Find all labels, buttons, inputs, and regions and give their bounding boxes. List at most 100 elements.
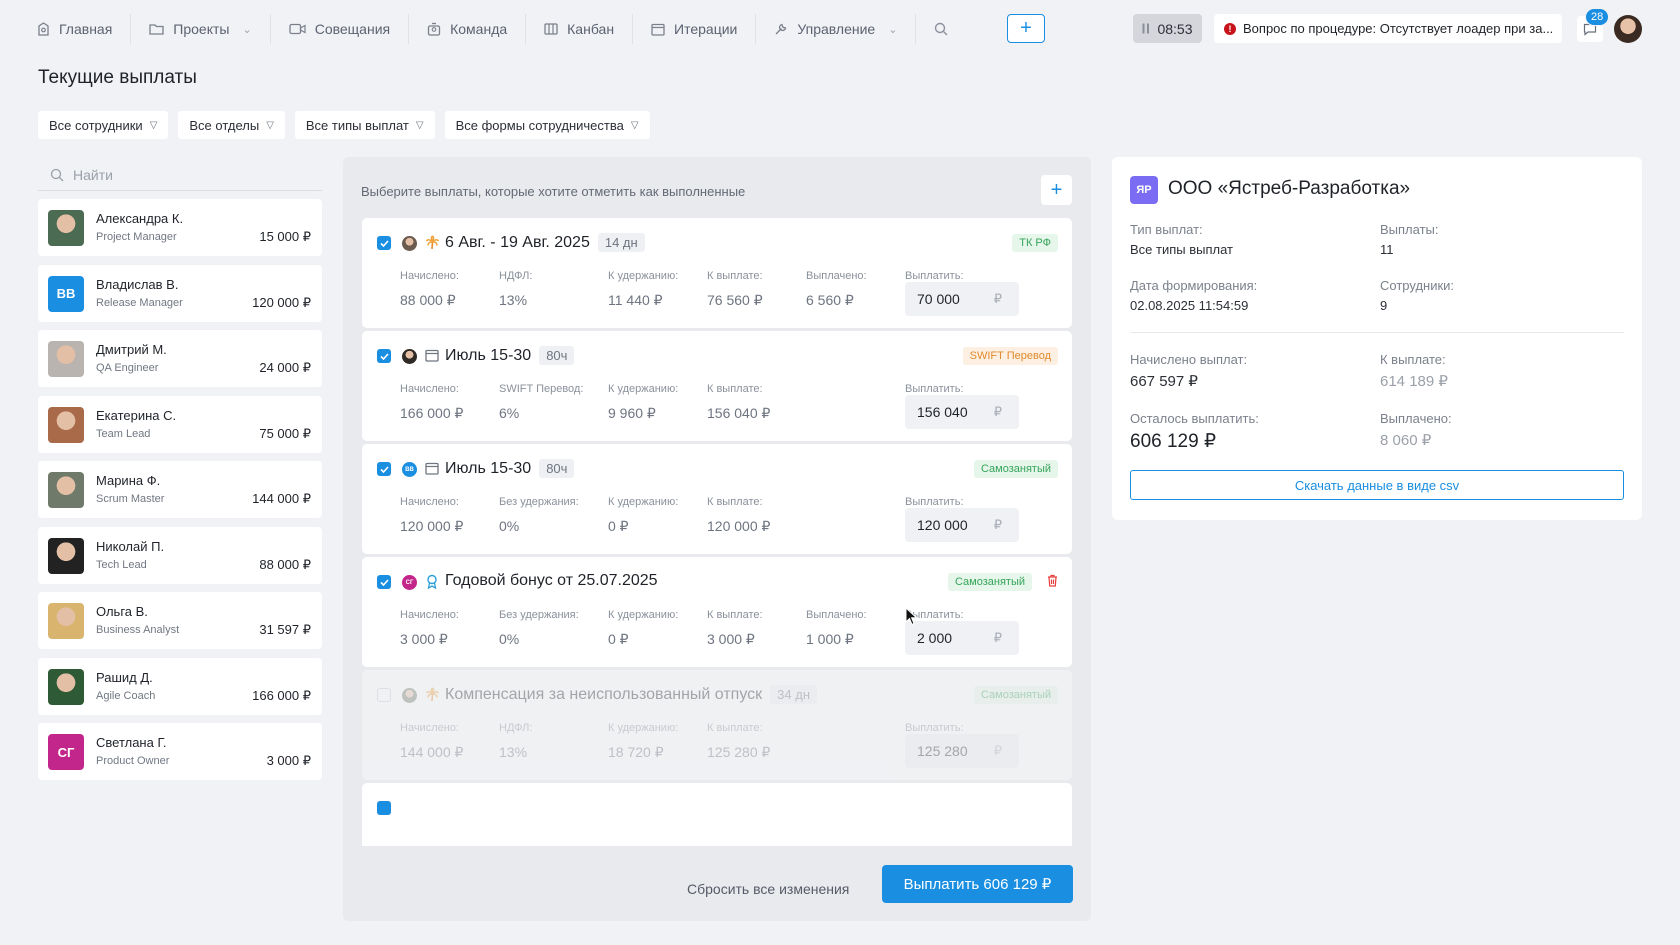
field-label: К удержанию: xyxy=(608,383,679,395)
employee-row[interactable]: ВВ Владислав В. Release Manager 120 000 ₽ xyxy=(38,264,322,322)
payout-card[interactable]: Июль 15-30 80ч SWIFT Перевод Начислено: 166 … xyxy=(362,331,1072,441)
ruble-icon: ₽ xyxy=(993,743,1002,758)
payout-card[interactable]: Компенсация за неиспользованный отпуск 34… xyxy=(362,670,1072,780)
avatar xyxy=(402,688,417,703)
employee-name: Светлана Г. xyxy=(96,735,167,750)
payout-duration: 80ч xyxy=(539,459,575,478)
employee-row[interactable]: Рашид Д. Agile Coach 166 000 ₽ xyxy=(38,657,322,715)
payout-count-label: Выплаты: xyxy=(1380,222,1439,237)
nav-management[interactable]: Управление ⌄ xyxy=(756,14,917,44)
nav-home-label: Главная xyxy=(59,21,113,37)
payout-card[interactable]: СГ Годовой бонус от 25.07.2025 Самозанятый… xyxy=(362,557,1072,667)
payout-checkbox[interactable] xyxy=(377,801,391,815)
avatar: СГ xyxy=(48,734,84,770)
payout-card[interactable] xyxy=(362,783,1072,846)
avatar xyxy=(48,472,84,508)
field-value: 9 960 ₽ xyxy=(608,405,656,421)
nav-iterations-label: Итерации xyxy=(674,21,738,37)
pay-amount-input[interactable]: 156 040 ₽ xyxy=(905,395,1019,429)
pay-amount-input[interactable]: 120 000 ₽ xyxy=(905,508,1019,542)
search-button[interactable] xyxy=(916,22,966,36)
employee-role: Business Analyst xyxy=(96,624,180,636)
field-label: Начислено: xyxy=(400,383,459,395)
employee-amount: 88 000 ₽ xyxy=(259,556,311,572)
field-label: Начислено: xyxy=(400,270,459,282)
payout-checkbox[interactable] xyxy=(377,462,391,476)
user-avatar[interactable] xyxy=(1614,15,1642,43)
filter-cooperation-forms[interactable]: Все формы сотрудничества ▽ xyxy=(444,111,650,139)
add-payout-button[interactable]: + xyxy=(1041,175,1072,205)
team-icon xyxy=(427,22,441,36)
timer-widget[interactable]: 08:53 xyxy=(1133,14,1202,43)
employee-row[interactable]: Екатерина С. Team Lead 75 000 ₽ xyxy=(38,395,322,453)
payout-checkbox[interactable] xyxy=(377,688,391,702)
payout-title-text: 6 Авг. - 19 Авг. 2025 xyxy=(445,233,590,251)
nav-home[interactable]: Главная xyxy=(19,14,132,44)
employee-amount: 15 000 ₽ xyxy=(259,229,311,244)
employee-row[interactable]: Александра К. Project Manager 15 000 ₽ xyxy=(38,199,322,256)
palm-icon xyxy=(424,234,440,250)
nav-kanban-label: Канбан xyxy=(567,21,615,37)
employee-row[interactable]: Марина Ф. Scrum Master 144 000 ₽ xyxy=(38,461,322,518)
search-input[interactable]: Найти xyxy=(38,160,322,191)
field-value: 3 000 ₽ xyxy=(707,631,755,647)
notification-banner[interactable]: ! Вопрос по процедуре: Отсутствует лоаде… xyxy=(1214,14,1562,43)
payout-card[interactable]: ВВ Июль 15-30 80ч Самозанятый Начислено: 120 … xyxy=(362,444,1072,554)
trash-icon[interactable] xyxy=(1047,574,1058,592)
alert-icon: ! xyxy=(1224,22,1236,35)
avatar xyxy=(402,349,417,364)
avatar: ВВ xyxy=(48,275,84,312)
field-label: Начислено: xyxy=(400,722,459,734)
payout-checkbox[interactable] xyxy=(377,349,391,363)
pay-amount-input[interactable]: 2 000 ₽ xyxy=(905,621,1019,655)
staff-count-label: Сотрудники: xyxy=(1380,278,1455,293)
company-summary: ЯР ООО «Ястреб-Разработка» Тип выплат: В… xyxy=(1112,157,1642,520)
accrued-label: Начислено выплат: xyxy=(1130,352,1248,367)
payout-checkbox[interactable] xyxy=(377,236,391,250)
pay-amount-input[interactable]: 125 280 ₽ xyxy=(905,734,1019,768)
nav-meetings[interactable]: Совещания xyxy=(271,14,410,44)
download-csv-button[interactable]: Скачать данные в виде csv xyxy=(1130,470,1624,500)
payout-checkbox[interactable] xyxy=(377,575,391,589)
field-value: 0% xyxy=(499,518,520,534)
pay-amount-value: 125 280 xyxy=(917,743,968,759)
kanban-icon xyxy=(544,23,558,35)
payout-card[interactable]: 6 Авг. - 19 Авг. 2025 14 дн ТК РФ Начислено… xyxy=(362,218,1072,328)
field-label: К выплате: xyxy=(707,270,763,282)
employee-row[interactable]: Дмитрий М. QA Engineer 24 000 ₽ xyxy=(38,330,322,387)
field-value: 3 000 ₽ xyxy=(400,631,448,647)
remaining-label: Осталось выплатить: xyxy=(1130,411,1259,426)
chevron-down-icon: ▽ xyxy=(415,119,424,131)
remaining-value: 606 129 ₽ xyxy=(1130,431,1217,452)
created-date-value: 02.08.2025 11:54:59 xyxy=(1130,298,1249,313)
nav-team[interactable]: Команда xyxy=(409,14,527,44)
employee-role: QA Engineer xyxy=(96,362,159,374)
field-value: 0 ₽ xyxy=(608,518,629,534)
payout-title-text: Июль 15-30 xyxy=(445,459,532,477)
employee-row[interactable]: СГ Светлана Г. Product Owner 3 000 ₽ xyxy=(38,723,322,780)
payment-method-badge: SWIFT Перевод xyxy=(962,347,1058,365)
filter-payout-types[interactable]: Все типы выплат ▽ xyxy=(294,111,435,139)
nav-projects[interactable]: Проекты ⌄ xyxy=(131,14,271,44)
reset-changes-button[interactable]: Сбросить все изменения xyxy=(687,881,849,897)
pay-button[interactable]: Выплатить 606 129 ₽ xyxy=(882,865,1073,903)
filter-departments[interactable]: Все отделы ▽ xyxy=(178,111,285,139)
nav-iterations[interactable]: Итерации xyxy=(633,14,757,44)
pay-amount-input[interactable]: 70 000 ₽ xyxy=(905,282,1019,316)
filter-employees[interactable]: Все сотрудники ▽ xyxy=(38,111,169,139)
payment-method-badge: Самозанятый xyxy=(947,573,1032,591)
nav-kanban[interactable]: Канбан xyxy=(526,14,634,44)
field-label: НДФЛ: xyxy=(499,722,533,734)
pay-amount-label: Выплатить: xyxy=(905,270,964,282)
field-value: 120 000 ₽ xyxy=(400,518,464,534)
to-pay-value: 614 189 ₽ xyxy=(1380,373,1448,390)
timer-value: 08:53 xyxy=(1157,20,1193,37)
employee-name: Николай П. xyxy=(96,538,165,554)
field-value: 76 560 ₽ xyxy=(707,292,763,308)
search-placeholder: Найти xyxy=(73,167,113,183)
add-button[interactable]: + xyxy=(1007,14,1045,43)
home-icon xyxy=(37,22,50,36)
nav-team-label: Команда xyxy=(450,21,508,37)
employee-row[interactable]: Николай П. Tech Lead 88 000 ₽ xyxy=(38,526,322,584)
employee-row[interactable]: Ольга В. Business Analyst 31 597 ₽ xyxy=(38,592,322,649)
